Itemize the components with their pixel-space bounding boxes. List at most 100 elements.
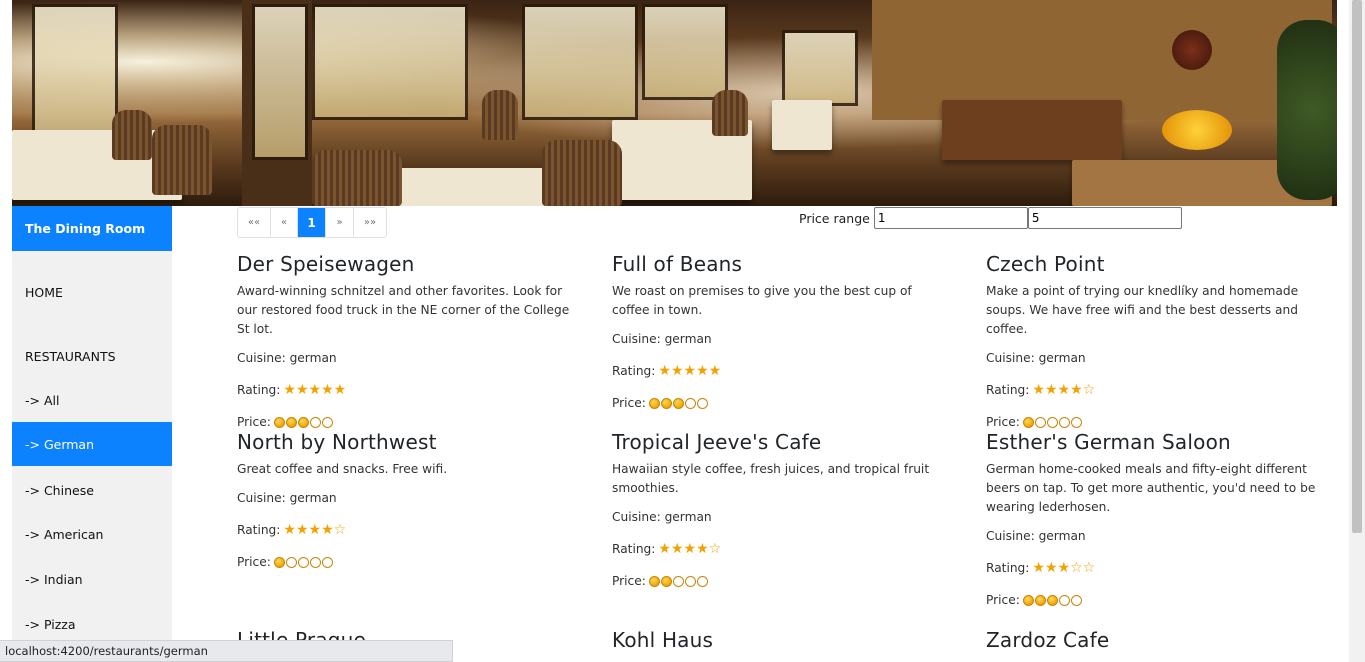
rating-label: Rating:	[986, 561, 1030, 575]
restaurant-name[interactable]: Kohl Haus	[612, 626, 952, 654]
nav-home-link[interactable]: HOME	[12, 270, 172, 314]
star-filled-icon: ★	[696, 541, 709, 557]
nav-item-all[interactable]: -> All	[12, 378, 172, 422]
cuisine-row: Cuisine: german	[612, 323, 952, 355]
restaurant-name[interactable]: Der Speisewagen	[237, 250, 577, 278]
price-max-input[interactable]	[1027, 207, 1182, 229]
coin-filled-icon	[1034, 594, 1046, 606]
nav-item-chinese[interactable]: -> Chinese	[12, 468, 172, 512]
coin-empty-icon	[672, 575, 684, 587]
star-filled-icon: ★	[321, 522, 334, 538]
star-filled-icon: ★	[683, 541, 697, 557]
price-level	[1022, 594, 1083, 606]
restaurant-card: Czech Point Make a point of trying our k…	[986, 250, 1326, 438]
restaurant-card: Tropical Jeeve's Cafe Hawaiian style cof…	[612, 428, 952, 597]
coin-empty-icon	[696, 397, 708, 409]
star-filled-icon: ★	[670, 541, 684, 557]
price-label: Price:	[986, 593, 1020, 607]
star-filled-icon: ★	[658, 363, 671, 379]
coin-filled-icon	[273, 416, 285, 428]
coin-empty-icon	[1034, 416, 1046, 428]
coin-empty-icon	[309, 556, 321, 568]
restaurant-name[interactable]: Full of Beans	[612, 250, 952, 278]
restaurant-name[interactable]: Czech Point	[986, 250, 1326, 278]
coin-empty-icon	[1058, 416, 1070, 428]
nav-item-german[interactable]: -> German	[12, 422, 172, 466]
restaurant-name[interactable]: Zardoz Cafe	[986, 626, 1326, 654]
cuisine-value: german	[1038, 351, 1086, 365]
star-empty-icon: ☆	[708, 541, 722, 557]
price-range-label: Price range	[799, 210, 870, 226]
cuisine-value: german	[289, 491, 337, 505]
rating-label: Rating:	[986, 383, 1030, 397]
restaurant-card: Kohl Haus	[612, 626, 952, 654]
pagination-page-1[interactable]: 1	[298, 208, 326, 237]
star-filled-icon: ★	[670, 363, 684, 379]
restaurant-name[interactable]: North by Northwest	[237, 428, 577, 456]
star-filled-icon: ★	[295, 382, 309, 398]
scrollbar-thumb[interactable]	[1352, 0, 1362, 533]
price-min-input[interactable]	[873, 207, 1028, 229]
rating-label: Rating:	[612, 542, 656, 556]
star-rating: ★ ★ ★ ★ ★	[658, 364, 721, 378]
sidebar-nav: The Dining Room HOME RESTAURANTS -> All …	[12, 206, 172, 662]
restaurant-name[interactable]: Esther's German Saloon	[986, 428, 1326, 456]
price-label: Price:	[612, 396, 646, 410]
star-filled-icon: ★	[295, 522, 309, 538]
restaurant-description: We roast on premises to give you the bes…	[612, 284, 912, 317]
coin-empty-icon	[309, 416, 321, 428]
restaurant-card: Zardoz Cafe	[986, 626, 1326, 654]
cuisine-label: Cuisine:	[237, 491, 286, 505]
nav-restaurants-heading[interactable]: RESTAURANTS	[25, 349, 116, 364]
coin-empty-icon	[1070, 416, 1082, 428]
rating-row: Rating: ★ ★ ★ ★ ☆	[612, 533, 952, 565]
price-level	[273, 556, 334, 568]
star-filled-icon: ★	[283, 522, 296, 538]
coin-empty-icon	[321, 556, 333, 568]
nav-item-indian[interactable]: -> Indian	[12, 557, 172, 601]
pagination-first-button[interactable]: ««	[238, 208, 271, 237]
rating-row: Rating: ★ ★ ★ ★ ★	[612, 355, 952, 387]
cuisine-value: german	[289, 351, 337, 365]
star-empty-icon: ☆	[333, 522, 347, 538]
page-scrollbar[interactable]	[1349, 0, 1365, 662]
coin-empty-icon	[1058, 594, 1070, 606]
restaurant-description: Award-winning schnitzel and other favori…	[237, 284, 570, 336]
restaurant-description: Make a point of trying our knedlíky and …	[986, 284, 1299, 336]
restaurant-name[interactable]: Tropical Jeeve's Cafe	[612, 428, 952, 456]
restaurant-card: Esther's German Saloon German home-cooke…	[986, 428, 1326, 616]
star-filled-icon: ★	[1057, 382, 1071, 398]
restaurant-description: German home-cooked meals and fifty-eight…	[986, 462, 1316, 514]
nav-item-american[interactable]: -> American	[12, 512, 172, 556]
rating-label: Rating:	[612, 364, 656, 378]
cuisine-label: Cuisine:	[237, 351, 286, 365]
coin-filled-icon	[660, 575, 672, 587]
pagination-next-button[interactable]: »	[326, 208, 354, 237]
restaurant-card: North by Northwest Great coffee and snac…	[237, 428, 577, 578]
star-empty-icon: ☆	[1082, 382, 1096, 398]
coin-filled-icon	[285, 416, 297, 428]
star-filled-icon: ★	[321, 382, 334, 398]
restaurant-description: Great coffee and snacks. Free wifi.	[237, 462, 448, 476]
browser-status-bar: localhost:4200/restaurants/german	[0, 640, 453, 662]
cuisine-row: Cuisine: german	[986, 342, 1326, 374]
cuisine-label: Cuisine:	[986, 351, 1035, 365]
pagination: «« « 1 » »»	[237, 207, 387, 238]
star-filled-icon: ★	[283, 382, 296, 398]
coin-empty-icon	[684, 575, 696, 587]
star-filled-icon: ★	[308, 522, 322, 538]
star-filled-icon: ★	[658, 541, 671, 557]
price-label: Price:	[237, 555, 271, 569]
cuisine-value: german	[664, 510, 712, 524]
pagination-prev-button[interactable]: «	[271, 208, 298, 237]
cuisine-row: Cuisine: german	[237, 482, 577, 514]
cuisine-row: Cuisine: german	[237, 342, 577, 374]
rating-label: Rating:	[237, 523, 281, 537]
price-row: Price:	[237, 546, 577, 578]
pagination-last-button[interactable]: »»	[354, 208, 386, 237]
star-filled-icon: ★	[1070, 382, 1083, 398]
star-filled-icon: ★	[1032, 560, 1045, 576]
cuisine-row: Cuisine: german	[612, 501, 952, 533]
brand-logo[interactable]: The Dining Room	[12, 206, 172, 251]
rating-row: Rating: ★ ★ ★ ★ ☆	[237, 514, 577, 546]
